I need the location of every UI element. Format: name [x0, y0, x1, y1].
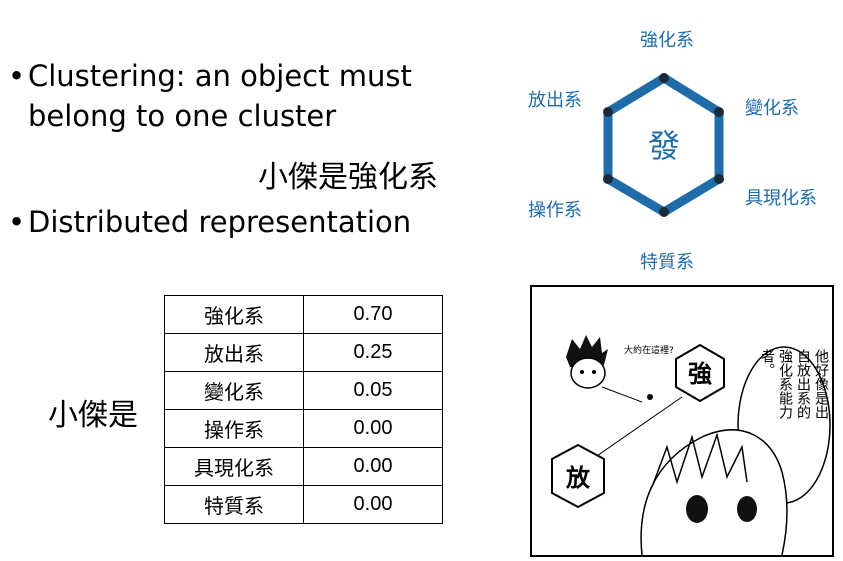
nen-hexagon-diagram: 發	[603, 72, 724, 218]
speech-small-label: 大約在這裡?	[624, 344, 674, 356]
value-cell: 0.70	[303, 295, 443, 334]
value-cell: 0.00	[303, 447, 443, 486]
hexagon-label-top: 強化系	[640, 30, 694, 51]
hexagon-vertex	[603, 174, 613, 184]
marker-dot	[647, 394, 653, 400]
hexagon-label-bottom-left: 操作系	[528, 200, 582, 221]
speech-column: 自放出系的	[795, 349, 811, 419]
table-row: 具現化系 0.00	[164, 447, 443, 486]
speech-column: 強化系能力	[777, 349, 793, 419]
value-cell: 0.00	[303, 485, 443, 524]
table-row: 特質系 0.00	[164, 485, 443, 524]
value-cell: 0.05	[303, 371, 443, 410]
table-row: 強化系 0.70	[164, 295, 443, 334]
category-cell: 操作系	[164, 409, 304, 448]
category-cell: 具現化系	[164, 447, 304, 486]
category-cell: 強化系	[164, 295, 304, 334]
category-cell: 變化系	[164, 371, 304, 410]
value-cell: 0.25	[303, 333, 443, 372]
manga-panel: 大約在這裡? 強 放 他好像是出 自放出系的 強化系能力 者。	[530, 285, 834, 557]
table-row: 放出系 0.25	[164, 333, 443, 372]
hexagon-vertex	[714, 107, 724, 117]
hexagon-vertex	[603, 107, 613, 117]
speech-column: 者。	[759, 349, 775, 377]
category-cell: 放出系	[164, 333, 304, 372]
hexagon-label-top-left: 放出系	[528, 90, 582, 111]
category-cell: 特質系	[164, 485, 304, 524]
distribution-table: 強化系 0.70 放出系 0.25 變化系 0.05 操作系 0.00 具現化系 0.00…	[164, 295, 443, 524]
table-subject: 小傑是	[48, 398, 138, 433]
hexagon-label-bottom-right: 具現化系	[745, 188, 817, 209]
table-row: 操作系 0.00	[164, 409, 443, 448]
hexagon-vertex	[659, 207, 669, 217]
character-head-small	[566, 335, 608, 389]
speech-column: 他好像是出	[813, 349, 829, 419]
value-cell: 0.00	[303, 409, 443, 448]
speech-text: 他好像是出 自放出系的 強化系能力 者。	[756, 349, 829, 469]
hexagon-center-label: 發	[648, 127, 680, 165]
hexagon-label-top-right: 變化系	[745, 98, 799, 119]
tag-strong-label: 強	[688, 360, 712, 388]
tag-release-label: 放	[565, 464, 591, 492]
table-row: 變化系 0.05	[164, 371, 443, 410]
hexagon-label-bottom: 特質系	[640, 252, 694, 273]
hexagon-vertex	[714, 174, 724, 184]
hexagon-vertex	[659, 73, 669, 83]
